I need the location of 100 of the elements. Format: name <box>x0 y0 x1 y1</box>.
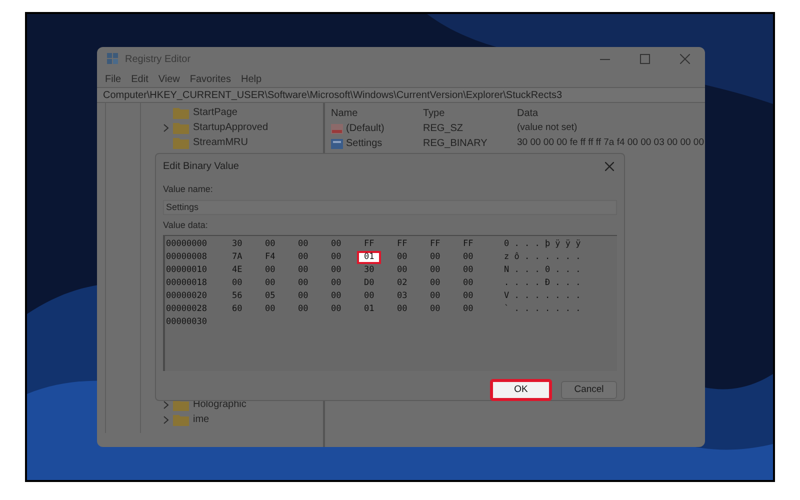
field-label: Value data: <box>163 219 209 232</box>
folder-icon <box>173 106 189 118</box>
offset-text: 00000000 <box>166 238 208 251</box>
hex-byte[interactable]: 4E <box>232 265 242 276</box>
menu-item[interactable]: Edit <box>131 72 148 86</box>
tree-item[interactable]: Holographic <box>193 397 246 412</box>
binary-value-icon <box>331 138 343 148</box>
value-data: 30 00 00 00 fe ff ff ff 7a f4 00 00 03 00 00 00 <box>517 136 704 150</box>
hex-byte[interactable]: 00 <box>232 278 242 288</box>
value-name-field[interactable]: Settings <box>163 200 617 216</box>
hex-byte[interactable]: F4 <box>265 252 276 262</box>
value-name[interactable]: Settings <box>346 136 382 151</box>
menu-item[interactable]: Favorites <box>190 72 231 86</box>
hex-byte[interactable]: 00 <box>298 291 308 302</box>
hex-byte[interactable]: 30 <box>364 265 374 276</box>
hex-byte[interactable]: 00 <box>397 304 408 314</box>
hex-byte[interactable]: 56 <box>232 291 242 302</box>
hex-byte[interactable]: 00 <box>298 239 308 250</box>
hex-byte[interactable]: 03 <box>397 291 408 302</box>
offset-text: 00000030 <box>166 316 208 329</box>
registry-icon <box>107 53 119 65</box>
ascii-text: N . . . 0 . . . <box>504 264 581 277</box>
address-bar[interactable]: Computer\HKEY_CURRENT_USER\Software\Microsoft\Windows\CurrentVersion\Explorer\StuckRects3 <box>97 87 705 103</box>
hex-byte[interactable]: FF <box>364 239 374 250</box>
hex-byte[interactable]: FF <box>397 239 408 250</box>
hex-byte[interactable]: 00 <box>397 252 408 262</box>
hex-byte[interactable]: 00 <box>331 291 342 302</box>
offset-text: 00000018 <box>166 277 208 290</box>
hex-byte[interactable]: 05 <box>265 291 276 302</box>
hex-byte[interactable]: 00 <box>430 265 440 276</box>
field-label: Value name: <box>163 183 214 196</box>
column-header[interactable]: Data <box>517 106 538 120</box>
hex-byte[interactable]: 00 <box>463 265 474 276</box>
minimize-icon <box>600 58 610 60</box>
menu-item[interactable]: File <box>105 72 122 86</box>
hex-byte[interactable]: 00 <box>463 252 474 262</box>
hex-byte[interactable]: 02 <box>397 278 408 288</box>
offset-text: 00000020 <box>166 290 208 303</box>
ascii-text: . . . . Ð . . . <box>504 277 581 290</box>
ascii-text: 0 . . . þ ÿ ÿ ÿ <box>504 238 581 251</box>
chevron-icon[interactable] <box>163 124 169 132</box>
tree-item[interactable]: StreamMRU <box>193 135 248 150</box>
column-header[interactable]: Type <box>423 106 517 120</box>
hex-byte[interactable]: 00 <box>331 239 342 250</box>
hex-byte[interactable]: 00 <box>265 239 276 250</box>
ascii-text: ` . . . . . . . <box>504 303 581 316</box>
offset-text: 00000028 <box>166 303 208 316</box>
hex-byte[interactable]: 00 <box>463 278 474 288</box>
offset-text: 00000010 <box>166 264 208 277</box>
hex-byte[interactable]: 00 <box>463 304 474 314</box>
hex-byte[interactable]: 00 <box>430 291 440 302</box>
hex-byte[interactable]: 00 <box>265 304 276 314</box>
dialog-button[interactable]: OK <box>491 380 551 400</box>
hex-byte[interactable]: 00 <box>265 265 276 276</box>
value-name[interactable]: (Default) <box>346 121 384 136</box>
hex-byte[interactable]: 00 <box>298 252 308 262</box>
menu-item[interactable]: View <box>158 72 180 86</box>
close-icon <box>604 162 614 172</box>
ascii-text: z ô . . . . . . <box>504 251 581 264</box>
hex-byte[interactable]: 01 <box>357 250 382 264</box>
hex-byte[interactable]: 00 <box>430 304 440 314</box>
hex-byte[interactable]: 00 <box>298 278 308 288</box>
folder-icon <box>173 136 189 148</box>
hex-byte[interactable]: 00 <box>430 252 440 262</box>
hex-editor-field[interactable] <box>163 234 617 371</box>
tree-item[interactable]: StartupApproved <box>193 120 268 135</box>
hex-byte[interactable]: FF <box>463 239 474 250</box>
hex-byte[interactable]: 00 <box>364 291 374 302</box>
hex-byte[interactable]: 00 <box>265 278 276 288</box>
value-type: REG_BINARY <box>423 137 488 151</box>
column-header[interactable]: Name <box>331 106 423 120</box>
hex-byte[interactable]: 60 <box>232 304 242 314</box>
hex-byte[interactable]: 00 <box>331 265 342 276</box>
folder-icon <box>173 414 189 426</box>
hex-byte[interactable]: 00 <box>463 291 474 302</box>
hex-byte[interactable]: 00 <box>430 278 440 288</box>
tree-item[interactable]: StartPage <box>193 105 238 120</box>
maximize-icon <box>640 54 650 64</box>
folder-icon <box>173 122 189 134</box>
hex-byte[interactable]: 00 <box>298 304 308 314</box>
hex-byte[interactable]: FF <box>430 239 440 250</box>
string-value-icon <box>331 124 343 134</box>
hex-byte[interactable]: 00 <box>331 304 342 314</box>
hex-byte[interactable]: 01 <box>364 304 374 314</box>
menu-item[interactable]: Help <box>240 72 262 86</box>
hex-byte[interactable]: 00 <box>331 252 342 262</box>
hex-byte[interactable]: 7A <box>232 252 242 262</box>
dialog-button[interactable]: Cancel <box>561 381 617 399</box>
hex-byte[interactable]: 00 <box>298 265 308 276</box>
hex-byte[interactable]: 30 <box>232 239 242 250</box>
ascii-text: V . . . . . . . <box>504 290 581 303</box>
hex-byte[interactable]: D0 <box>364 278 374 288</box>
value-data: (value not set) <box>517 121 578 136</box>
hex-byte[interactable]: 00 <box>331 278 342 288</box>
hex-byte[interactable]: 00 <box>397 265 408 276</box>
value-type: REG_SZ <box>423 122 464 136</box>
dialog-title: Edit Binary Value <box>163 160 239 174</box>
close-icon <box>680 54 690 64</box>
tree-item[interactable]: ime <box>193 412 210 427</box>
offset-text: 00000008 <box>166 251 208 264</box>
